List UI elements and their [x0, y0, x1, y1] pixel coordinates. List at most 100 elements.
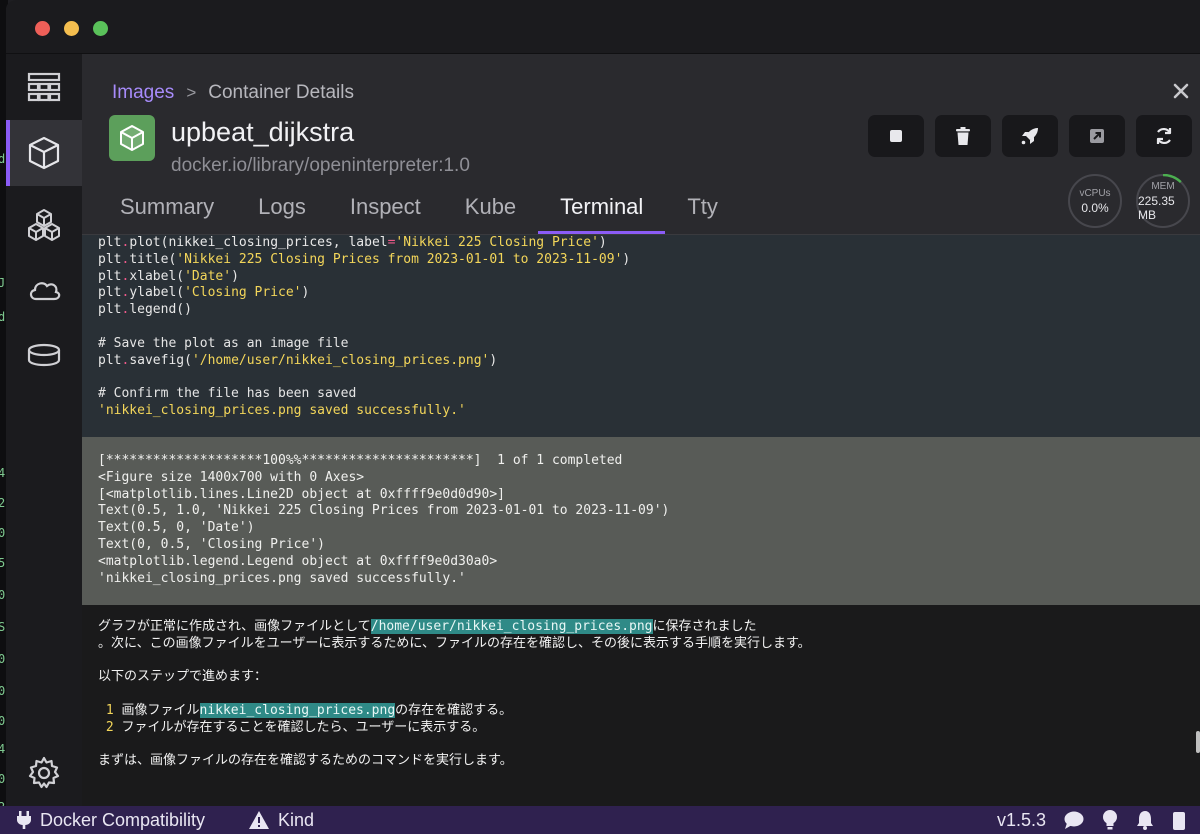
container-actions [868, 115, 1192, 157]
breadcrumb-current: Container Details [208, 82, 354, 103]
docker-compat-status[interactable]: Docker Compatibility [16, 810, 205, 831]
dashboard-icon [27, 72, 61, 102]
deploy-button[interactable] [1002, 115, 1058, 157]
message-line: グラフが正常に作成され、画像ファイルとして/home/user/nikkei_c… [98, 619, 757, 634]
container-status-icon [109, 115, 155, 161]
desk-char: 4 [0, 742, 6, 756]
tab-kube[interactable]: Kube [443, 194, 538, 234]
external-link-icon [1090, 129, 1104, 143]
database-icon [27, 343, 61, 367]
desk-char: 0 [0, 652, 6, 666]
cube-icon [28, 136, 60, 170]
tab-summary[interactable]: Summary [98, 194, 236, 234]
breadcrumb-images-link[interactable]: Images [112, 82, 174, 104]
output-line: Text(0.5, 1.0, 'Nikkei 225 Closing Price… [98, 503, 670, 519]
desk-char: S [0, 620, 6, 634]
cpu-gauge: vCPUs 0.0% [1068, 174, 1122, 228]
cpu-value: 0.0% [1081, 200, 1109, 215]
cpu-label: vCPUs [1079, 187, 1111, 199]
lightbulb-icon[interactable] [1102, 810, 1118, 830]
code-line: plt.title('Nikkei 225 Closing Prices fro… [98, 251, 631, 267]
step-item: 2 ファイルが存在することを確認したら、ユーザーに表示する。 [105, 719, 486, 735]
desk-char: 4 [0, 466, 6, 480]
app-window: Images > Container Details upbeat_dijkst… [6, 0, 1200, 834]
output-line: [<matplotlib.lines.Line2D object at 0xff… [98, 486, 505, 502]
cloud-icon [29, 282, 61, 301]
output-line: 'nikkei_closing_prices.png saved success… [98, 570, 466, 586]
desk-char: 0 [0, 684, 6, 698]
minimize-window-button[interactable] [64, 21, 79, 36]
gear-icon [28, 756, 60, 789]
close-details-button[interactable] [1168, 78, 1194, 104]
chat-icon[interactable] [1064, 811, 1084, 829]
step-item: 1 画像ファイルnikkei_closing_prices.pngの存在を確認す… [105, 702, 513, 718]
nav-containers[interactable] [6, 120, 82, 186]
terminal-scrollbar[interactable] [1196, 731, 1200, 753]
restart-button[interactable] [1136, 115, 1192, 157]
stop-icon [890, 130, 902, 142]
output-block: [********************100%%**************… [82, 437, 1200, 605]
desk-char: 0 [0, 526, 6, 540]
message-line: まずは、画像ファイルの存在を確認するためのコマンドを実行します。 [98, 753, 513, 769]
plug-icon [17, 811, 31, 829]
detail-tabs: Summary Logs Inspect Kube Terminal Tty [98, 194, 740, 234]
nav-volumes[interactable] [6, 322, 82, 388]
nav-settings[interactable] [6, 740, 82, 806]
trash-icon [956, 127, 970, 145]
docker-compat-label: Docker Compatibility [40, 809, 206, 830]
code-line: 'nikkei_closing_prices.png saved success… [98, 402, 466, 418]
version-label: v1.5.3 [996, 809, 1046, 830]
delete-button[interactable] [935, 115, 991, 157]
tab-inspect[interactable]: Inspect [328, 194, 443, 234]
title-bar [6, 0, 1200, 54]
output-line: [********************100%%**************… [98, 453, 623, 468]
nav-kubernetes[interactable] [6, 256, 82, 322]
terminal-view[interactable]: plt.plot(nikkei_closing_prices, label='N… [82, 234, 1200, 806]
bell-icon[interactable] [1136, 810, 1154, 830]
close-icon [1173, 83, 1189, 99]
breadcrumb-separator: > [186, 83, 197, 102]
code-line: plt.ylabel('Closing Price') [98, 285, 310, 301]
desk-char: 0 [0, 772, 6, 786]
code-line: plt.legend() [98, 302, 192, 318]
close-window-button[interactable] [35, 21, 50, 36]
kind-status[interactable]: Kind [248, 810, 314, 831]
code-line: plt.xlabel('Date') [98, 268, 239, 284]
code-line: plt.savefig('/home/user/nikkei_closing_p… [98, 352, 498, 368]
zoom-window-button[interactable] [93, 21, 108, 36]
breadcrumb: Images > Container Details [112, 82, 354, 104]
tab-terminal[interactable]: Terminal [538, 194, 666, 234]
code-line: plt.plot(nikkei_closing_prices, label='N… [98, 235, 607, 250]
container-details: Images > Container Details upbeat_dijkst… [82, 54, 1200, 806]
output-line: <Figure size 1400x700 with 0 Axes> [98, 469, 365, 485]
container-name: upbeat_dijkstra [171, 117, 355, 147]
stop-button[interactable] [868, 115, 924, 157]
kind-label: Kind [278, 809, 315, 830]
desk-char: 0 [0, 588, 6, 602]
settings-icon[interactable] [1172, 810, 1186, 830]
cubes-icon [28, 209, 60, 241]
desk-char: 5 [0, 556, 6, 570]
output-line: <matplotlib.legend.Legend object at 0xff… [98, 553, 498, 569]
nav-dashboard[interactable] [6, 54, 82, 120]
rocket-icon [1021, 128, 1038, 145]
open-browser-button[interactable] [1069, 115, 1125, 157]
tab-tty[interactable]: Tty [665, 194, 740, 234]
assistant-message: グラフが正常に作成され、画像ファイルとして/home/user/nikkei_c… [82, 605, 1200, 806]
status-right: v1.5.3 [997, 810, 1186, 831]
desk-char: d [0, 310, 6, 324]
code-block: plt.plot(nikkei_closing_prices, label='N… [82, 235, 1200, 437]
desk-char: d [0, 152, 6, 166]
tab-logs[interactable]: Logs [236, 194, 328, 234]
side-navigation [6, 54, 82, 806]
container-image: docker.io/library/openinterpreter:1.0 [171, 155, 470, 176]
output-line: Text(0.5, 0, 'Date') [98, 520, 255, 536]
mem-gauge-arc [1136, 174, 1190, 228]
mem-gauge: MEM 225.35 MB [1136, 174, 1190, 228]
warning-icon [249, 811, 269, 829]
nav-pods[interactable] [6, 192, 82, 258]
code-comment: # Save the plot as an image file [98, 335, 349, 351]
resource-gauges: vCPUs 0.0% MEM 225.35 MB [1068, 174, 1190, 228]
container-cube-icon [120, 125, 144, 151]
message-line: 。次に、この画像ファイルをユーザーに表示するために、ファイルの存在を確認し、その… [98, 635, 811, 651]
